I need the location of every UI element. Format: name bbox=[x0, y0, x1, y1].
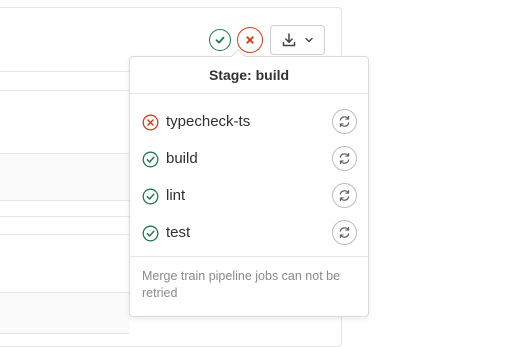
retry-disabled-note: Merge train pipeline jobs can not be ret… bbox=[130, 256, 368, 317]
retry-icon bbox=[339, 115, 350, 128]
retry-icon bbox=[339, 226, 350, 239]
job-name[interactable]: typecheck-ts bbox=[166, 113, 250, 130]
job-item-test[interactable]: test bbox=[130, 216, 368, 253]
x-icon bbox=[246, 36, 254, 44]
job-item-build[interactable]: build bbox=[130, 142, 368, 179]
retry-button[interactable] bbox=[332, 146, 357, 171]
status-failed-icon bbox=[142, 114, 159, 131]
job-name[interactable]: test bbox=[166, 224, 190, 241]
stage-failed-button[interactable] bbox=[237, 27, 263, 53]
table-row bbox=[0, 153, 129, 201]
retry-icon bbox=[339, 152, 350, 165]
job-name[interactable]: lint bbox=[166, 187, 185, 204]
artifacts-download-button[interactable] bbox=[270, 25, 325, 55]
retry-button[interactable] bbox=[332, 109, 357, 134]
divider bbox=[0, 90, 129, 91]
divider bbox=[0, 234, 129, 235]
divider bbox=[0, 71, 129, 72]
retry-icon bbox=[339, 189, 350, 202]
job-item-lint[interactable]: lint bbox=[130, 179, 368, 216]
stage-success-button[interactable] bbox=[209, 29, 231, 51]
dropdown-title: Stage: build bbox=[130, 57, 368, 94]
status-success-icon bbox=[142, 225, 159, 242]
retry-button[interactable] bbox=[332, 183, 357, 208]
status-success-icon bbox=[142, 151, 159, 168]
download-icon bbox=[282, 33, 296, 47]
job-name[interactable]: build bbox=[166, 150, 198, 167]
job-list: typecheck-ts build lint test bbox=[130, 105, 368, 253]
check-icon bbox=[215, 36, 225, 44]
status-success-icon bbox=[142, 188, 159, 205]
retry-button[interactable] bbox=[332, 220, 357, 245]
job-item-typecheck-ts[interactable]: typecheck-ts bbox=[130, 105, 368, 142]
stage-dropdown: Stage: build typecheck-ts build lint tes… bbox=[129, 56, 369, 317]
chevron-down-icon bbox=[305, 37, 313, 43]
divider bbox=[0, 216, 129, 217]
